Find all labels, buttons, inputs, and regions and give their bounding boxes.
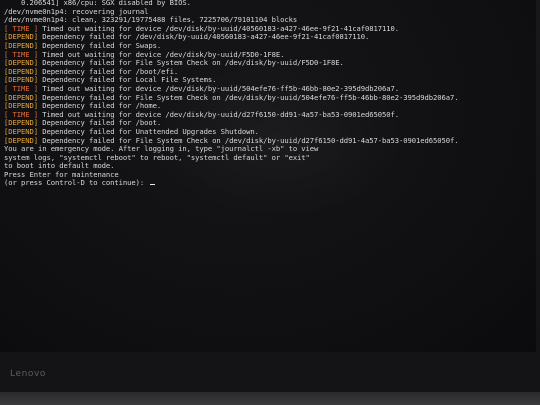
console-line-text: Timed out waiting for device /dev/disk/b… [37,24,400,33]
status-tag-depend: [DEPEND] [4,67,38,76]
status-tag-depend: [DEPEND] [4,119,38,128]
console-line: [DEPEND] Dependency failed for File Syst… [4,94,536,103]
console-line-text: system logs, "systemctl reboot" to reboo… [4,153,310,162]
console-line-text: /dev/nvme0n1p4: clean, 323291/19775488 f… [4,16,298,25]
console-line: /dev/nvme0n1p4: clean, 323291/19775488 f… [4,16,536,25]
console-line-text: Dependency failed for File System Check … [37,136,459,145]
console-line: [DEPEND] Dependency failed for Unattende… [4,128,536,137]
console-line-text: Timed out waiting for device /dev/disk/b… [37,110,400,119]
console-line: [DEPEND] Dependency failed for /boot. [4,119,536,128]
console-line-text: Press Enter for maintenance [4,170,119,179]
console-line: [DEPEND] Dependency failed for Swaps. [4,42,536,51]
console-line-text: Dependency failed for /home. [37,102,162,111]
status-tag-depend: [DEPEND] [4,41,38,50]
console-line-text: 0.206541] x86/cpu: SGX disabled by BIOS. [4,0,191,7]
console-line: [DEPEND] Dependency failed for Local Fil… [4,76,536,85]
console-line: to boot into default mode. [4,162,536,171]
monitor-bezel: 0.206541] x86/cpu: SGX disabled by BIOS.… [0,0,540,392]
console-line: [DEPEND] Dependency failed for File Syst… [4,137,536,146]
console-line: [DEPEND] Dependency failed for /boot/efi… [4,68,536,77]
console-line-text: to boot into default mode. [4,162,115,171]
console-line: system logs, "systemctl reboot" to reboo… [4,154,536,163]
status-tag-time: [ TIME ] [4,24,38,33]
status-tag-time: [ TIME ] [4,84,38,93]
console-line-text: You are in emergency mode. After logging… [4,145,319,154]
status-tag-depend: [DEPEND] [4,93,38,102]
console-line: You are in emergency mode. After logging… [4,145,536,154]
status-tag-time: [ TIME ] [4,50,38,59]
status-tag-depend: [DEPEND] [4,102,38,111]
status-tag-depend: [DEPEND] [4,76,38,85]
monitor-brand-logo: Lenovo [10,369,47,379]
desk-surface [0,392,540,405]
console-line: [ TIME ] Timed out waiting for device /d… [4,51,536,60]
console-screen[interactable]: 0.206541] x86/cpu: SGX disabled by BIOS.… [0,0,536,352]
status-tag-depend: [DEPEND] [4,59,38,68]
status-tag-depend: [DEPEND] [4,136,38,145]
console-line-text: Dependency failed for /boot/efi. [37,67,179,76]
console-line: [DEPEND] Dependency failed for /dev/disk… [4,33,536,42]
status-tag-depend: [DEPEND] [4,33,38,42]
console-line-text: Dependency failed for Local File Systems… [37,76,217,85]
console-prompt-line[interactable]: (or press Control-D to continue): [4,179,536,188]
console-line: [ TIME ] Timed out waiting for device /d… [4,85,536,94]
console-line-text: Dependency failed for /dev/disk/by-uuid/… [37,33,370,42]
console-line: [DEPEND] Dependency failed for File Syst… [4,59,536,68]
console-line-text: Dependency failed for Unattended Upgrade… [37,127,259,136]
console-line: /dev/nvme0n1p4: recovering journal [4,8,536,17]
console-line-text: Dependency failed for File System Check … [37,59,344,68]
status-tag-time: [ TIME ] [4,110,38,119]
boot-console-output: 0.206541] x86/cpu: SGX disabled by BIOS.… [4,0,536,188]
console-line: 0.206541] x86/cpu: SGX disabled by BIOS. [4,0,536,8]
console-line-text: Dependency failed for /boot. [37,119,162,128]
console-line: Press Enter for maintenance [4,171,536,180]
console-line-text: Dependency failed for File System Check … [37,93,459,102]
text-cursor[interactable] [150,183,156,186]
photo-of-monitor: 0.206541] x86/cpu: SGX disabled by BIOS.… [0,0,540,405]
console-line: [ TIME ] Timed out waiting for device /d… [4,25,536,34]
console-line-text: Timed out waiting for device /dev/disk/b… [37,84,400,93]
status-tag-depend: [DEPEND] [4,127,38,136]
console-line: [ TIME ] Timed out waiting for device /d… [4,111,536,120]
console-line-text: Dependency failed for Swaps. [37,41,162,50]
console-line-text: /dev/nvme0n1p4: recovering journal [4,7,149,16]
console-line-text: Timed out waiting for device /dev/disk/b… [37,50,285,59]
console-line-text: (or press Control-D to continue): [4,179,149,188]
console-line: [DEPEND] Dependency failed for /home. [4,102,536,111]
